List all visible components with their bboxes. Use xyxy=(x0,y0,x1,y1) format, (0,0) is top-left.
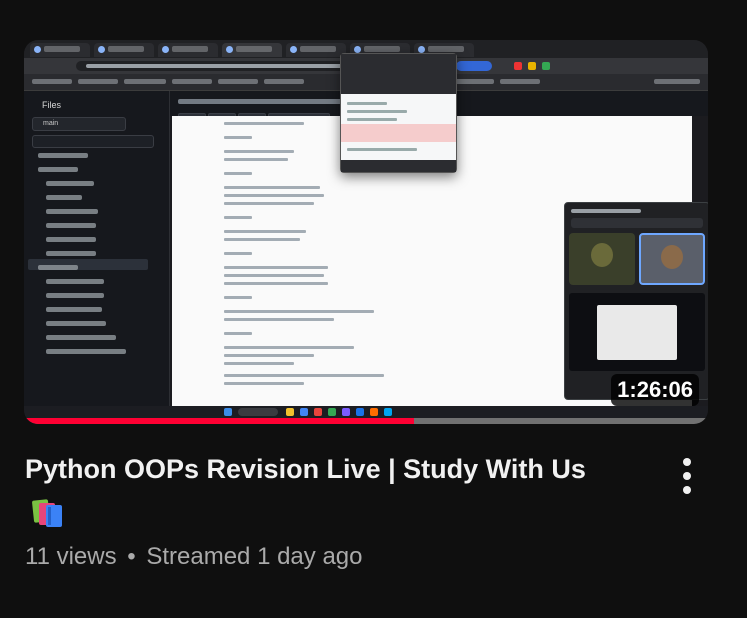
duration-badge: 1:26:06 xyxy=(611,374,699,406)
meta-separator: • xyxy=(127,543,136,570)
view-count: 11 views xyxy=(25,543,117,570)
browser-tab xyxy=(94,43,154,57)
video-card[interactable]: Files main 1:26:06 Python OOPs Revision … xyxy=(0,0,747,618)
thumb-taskbar xyxy=(24,406,708,418)
watch-progress-bar xyxy=(24,418,414,424)
books-emoji-icon xyxy=(32,499,62,527)
browser-tab xyxy=(30,43,90,57)
browser-tab xyxy=(222,43,282,57)
stream-time: Streamed 1 day ago xyxy=(146,543,363,570)
video-thumbnail[interactable]: Files main 1:26:06 xyxy=(24,40,708,424)
thumb-meeting-panel xyxy=(564,202,708,400)
thumb-filter xyxy=(32,135,154,148)
video-meta: 11 views • Streamed 1 day ago xyxy=(25,540,362,574)
thumb-branch-select: main xyxy=(32,117,126,131)
more-vert-icon[interactable] xyxy=(672,454,702,498)
thumb-sidebar-title: Files xyxy=(42,100,62,110)
browser-tab xyxy=(158,43,218,57)
video-title[interactable]: Python OOPs Revision Live | Study With U… xyxy=(25,451,645,487)
browser-tab xyxy=(286,43,346,57)
thumb-sidebar: Files main xyxy=(24,91,170,424)
thumb-dropdown-popup xyxy=(340,53,457,173)
